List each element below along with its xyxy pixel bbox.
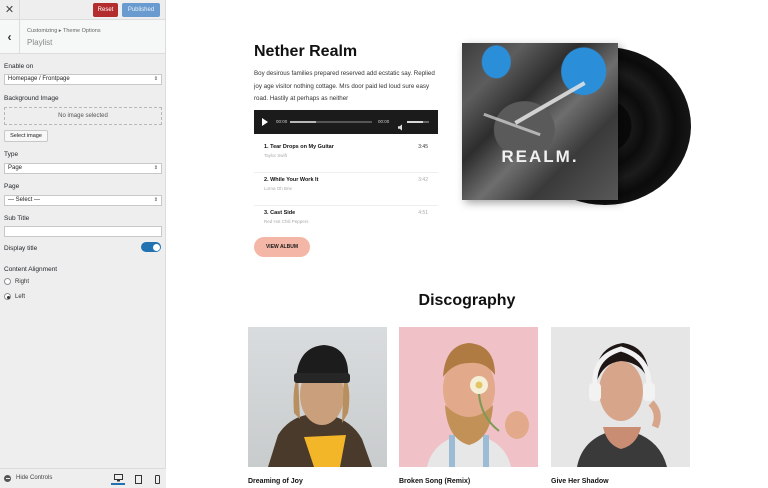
album-title: Give Her Shadow [551, 478, 609, 485]
select-arrows-icon: ⇕ [153, 197, 158, 203]
album-photo[interactable] [551, 327, 690, 467]
alignment-option-label: Right [15, 279, 30, 285]
desktop-preview-icon[interactable] [111, 473, 125, 485]
track-duration: 3:42 [418, 177, 428, 183]
alignment-radio-left[interactable] [4, 293, 11, 300]
cover-text: REALM. [501, 147, 579, 166]
volume-slider[interactable] [407, 121, 429, 123]
discography-card[interactable]: Broken Song (Remix) [399, 327, 538, 485]
subtitle-label: Sub Title [4, 215, 30, 222]
player-total-time: 00:00 [378, 119, 390, 124]
album-cover-image: REALM. [462, 43, 618, 200]
enable-on-select[interactable]: Homepage / Frontpage ⇕ [4, 74, 162, 85]
track-artist: Red Hot Chili Peppers [264, 219, 309, 224]
enable-on-label: Enable on [4, 63, 34, 70]
track-row[interactable]: 1. Tear Drops on My Guitar Taylor Swift … [254, 140, 438, 173]
back-arrow-icon[interactable]: ‹ [0, 20, 20, 54]
sidebar-topbar: ✕ Reset Published [0, 0, 165, 20]
track-artist: Lorna Oh Brie [264, 186, 293, 191]
player-current-time: 00:00 [276, 119, 288, 124]
close-icon[interactable]: ✕ [0, 0, 20, 20]
album-photo[interactable] [248, 327, 387, 467]
reset-button[interactable]: Reset [93, 3, 118, 17]
background-image-label: Background Image [4, 95, 59, 102]
sidebar-footer: Hide Controls [0, 468, 166, 488]
type-value: Page [8, 165, 23, 171]
track-row[interactable]: 3. Cast Side Red Hot Chili Peppers 4:51 [254, 206, 438, 239]
display-title-label: Display title [4, 245, 38, 252]
discography-card[interactable]: Dreaming of Joy [248, 327, 387, 485]
page-select[interactable]: — Select — ⇕ [4, 195, 162, 206]
page-label: Page [4, 183, 20, 190]
alignment-radio-right[interactable] [4, 278, 11, 285]
select-image-button[interactable]: Select image [4, 130, 48, 142]
discography-card[interactable]: Give Her Shadow [551, 327, 690, 485]
alignment-option-label: Left [15, 294, 26, 300]
type-select[interactable]: Page ⇕ [4, 163, 162, 174]
track-name: 1. Tear Drops on My Guitar [264, 144, 334, 150]
album-description: Boy desirous families prepared reserved … [254, 70, 435, 102]
site-preview: Nether Realm Boy desirous families prepa… [166, 0, 768, 488]
track-duration: 3:45 [418, 144, 428, 150]
album-photo[interactable] [399, 327, 538, 467]
select-arrows-icon: ⇕ [153, 76, 158, 82]
discography-title: Discography [418, 292, 516, 309]
section-title: Playlist [27, 38, 53, 47]
hide-controls-button[interactable]: Hide Controls [16, 475, 52, 481]
track-name: 2. While Your Work It [264, 177, 319, 183]
progress-bar[interactable] [290, 121, 372, 123]
audio-player: 00:00 00:00 [254, 110, 438, 134]
subtitle-input[interactable] [4, 226, 162, 237]
track-name: 3. Cast Side [264, 210, 296, 216]
image-placeholder: No image selected [4, 107, 162, 125]
collapse-icon[interactable] [4, 475, 11, 482]
tablet-preview-icon[interactable] [131, 473, 145, 485]
mobile-preview-icon[interactable] [150, 473, 164, 485]
album-title: Broken Song (Remix) [399, 478, 471, 485]
display-title-toggle[interactable] [141, 242, 161, 252]
view-album-button[interactable]: VIEW ALBUM [254, 237, 310, 257]
select-arrows-icon: ⇕ [153, 165, 158, 171]
content-alignment-label: Content Alignment [4, 266, 58, 273]
breadcrumb: Customizing ▸ Theme Options [27, 28, 101, 34]
volume-icon[interactable] [398, 118, 404, 131]
album-title: Dreaming of Joy [248, 478, 303, 485]
section-header: ‹ Customizing ▸ Theme Options Playlist [0, 20, 165, 54]
enable-on-value: Homepage / Frontpage [8, 76, 70, 82]
track-artist: Taylor Swift [264, 153, 288, 158]
album-title: Nether Realm [254, 43, 358, 60]
customizer-sidebar: ✕ Reset Published ‹ Customizing ▸ Theme … [0, 0, 166, 488]
page-value: — Select — [8, 197, 41, 203]
play-icon[interactable] [262, 118, 268, 126]
track-row[interactable]: 2. While Your Work It Lorna Oh Brie 3:42 [254, 173, 438, 206]
published-button[interactable]: Published [122, 3, 160, 17]
track-duration: 4:51 [418, 210, 428, 216]
type-label: Type [4, 151, 19, 158]
